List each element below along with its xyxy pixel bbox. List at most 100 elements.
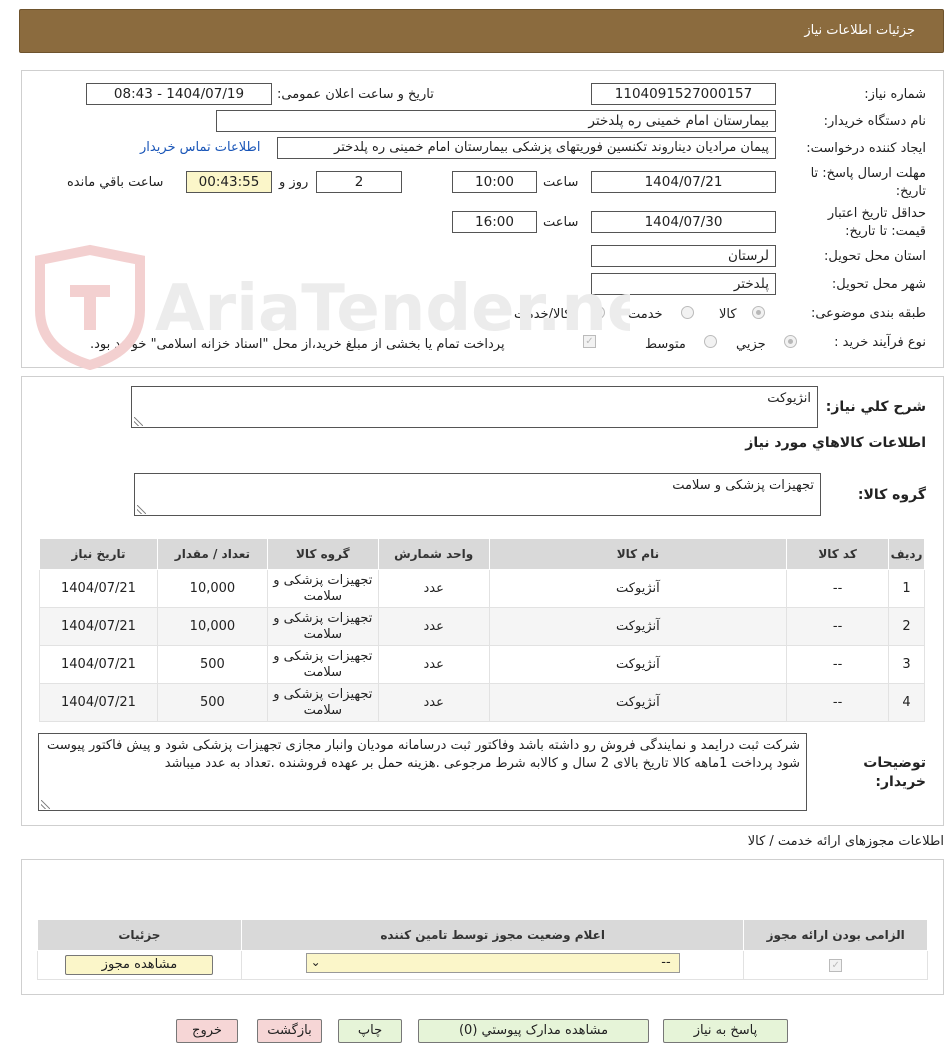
item-need-date: 1404/07/21: [39, 569, 158, 608]
deadline-time-field[interactable]: 10:00: [452, 171, 537, 193]
process-option-medium: متوسط: [645, 337, 686, 352]
treasury-payment-checkbox[interactable]: ✓: [583, 335, 596, 348]
general-desc-field[interactable]: انژیوکت: [131, 386, 818, 428]
item-need-date: 1404/07/21: [39, 645, 158, 684]
table-row: 2 -- آنژیوکت عدد تجهیزات پزشکی و سلامت 1…: [39, 607, 925, 646]
col-row-number: رديف: [888, 538, 925, 570]
table-row: 1 -- آنژیوکت عدد تجهیزات پزشکی و سلامت 1…: [39, 569, 925, 608]
items-table-header: رديف كد كالا نام كالا واحد شمارش گروه كا…: [39, 538, 925, 570]
license-details-cell: مشاهده مجوز: [37, 950, 242, 980]
general-desc-text: انژیوکت: [767, 391, 811, 406]
resize-grip-icon[interactable]: [137, 505, 146, 514]
item-quantity: 10,000: [156, 569, 268, 608]
item-unit: عدد: [377, 607, 490, 646]
goods-group-text: تجهیزات پزشکی و سلامت: [672, 478, 814, 493]
item-name: آنژیوکت: [488, 683, 788, 722]
province-field[interactable]: لرستان: [591, 245, 776, 267]
item-group: تجهیزات پزشکی و سلامت: [266, 683, 379, 722]
goods-group-field[interactable]: تجهیزات پزشکی و سلامت: [134, 473, 821, 516]
city-label: شهر محل تحویل:: [831, 277, 926, 292]
item-need-date: 1404/07/21: [39, 607, 158, 646]
validity-time-field[interactable]: 16:00: [452, 211, 537, 233]
col-item-code: كد كالا: [786, 538, 890, 570]
row-number: 3: [888, 645, 925, 684]
item-group: تجهیزات پزشکی و سلامت: [266, 645, 379, 684]
view-attachments-button[interactable]: مشاهده مدارک پیوستي (0): [418, 1019, 649, 1043]
need-number-label: شماره نیاز:: [864, 87, 926, 102]
creator-label: ایجاد کننده درخواست:: [806, 141, 926, 156]
days-field[interactable]: 2: [316, 171, 402, 193]
view-license-button[interactable]: مشاهده مجوز: [65, 955, 214, 975]
validity-date-field[interactable]: 1404/07/30: [591, 211, 776, 233]
license-status-value: --: [661, 954, 671, 970]
item-name: آنژیوکت: [488, 569, 788, 608]
validity-label-2: قیمت: تا تاریخ:: [845, 224, 926, 239]
license-required-cell: ✓: [743, 950, 928, 980]
item-code: --: [786, 683, 890, 722]
item-name: آنژیوکت: [488, 645, 788, 684]
back-button[interactable]: بازگشت: [257, 1019, 322, 1043]
process-radio-medium[interactable]: [704, 335, 717, 348]
col-unit: واحد شمارش: [377, 538, 490, 570]
page-title: جزئیات اطلاعات نیاز: [804, 23, 915, 38]
page-header: جزئیات اطلاعات نیاز: [19, 9, 944, 53]
licenses-section-title: اطلاعات مجوزهای ارائه خدمت / کالا: [747, 834, 944, 849]
process-option-minor: جزیي: [736, 337, 766, 352]
deadline-date-field[interactable]: 1404/07/21: [591, 171, 776, 193]
buyer-notes-label: توضیحات: [863, 755, 926, 771]
province-label: استان محل تحویل:: [824, 249, 926, 264]
category-option-service: خدمت: [628, 307, 663, 322]
items-table: رديف كد كالا نام كالا واحد شمارش گروه كا…: [39, 538, 925, 722]
item-quantity: 10,000: [156, 607, 268, 646]
buyer-notes-field[interactable]: شرکت ثبت درایمد و نمایندگی فروش رو داشته…: [38, 733, 807, 811]
table-row: ✓ -- ⌄ مشاهده مجوز: [37, 950, 928, 980]
city-field[interactable]: پلدختر: [591, 273, 776, 295]
license-required-checkbox[interactable]: ✓: [829, 959, 843, 972]
item-quantity: 500: [156, 645, 268, 684]
item-code: --: [786, 607, 890, 646]
days-label: روز و: [279, 175, 309, 190]
creator-field[interactable]: پیمان مرادیان دیناروند تکنسین فوریتهای پ…: [277, 137, 776, 159]
process-radio-minor[interactable]: [784, 335, 797, 348]
item-quantity: 500: [156, 683, 268, 722]
item-name: آنژیوکت: [488, 607, 788, 646]
resize-grip-icon[interactable]: [41, 800, 50, 809]
remaining-time-field[interactable]: 00:43:55: [186, 171, 272, 193]
general-desc-label: شرح كلي نياز:: [825, 399, 926, 415]
treasury-payment-note: پرداخت تمام یا بخشی از مبلغ خرید،از محل …: [90, 337, 505, 352]
validity-label: حداقل تاریخ اعتبار: [827, 206, 926, 221]
validity-time-label: ساعت: [543, 215, 579, 230]
buyer-contact-link[interactable]: اطلاعات تماس خریدار: [140, 140, 260, 155]
table-row: 3 -- آنژیوکت عدد تجهیزات پزشکی و سلامت 5…: [39, 645, 925, 684]
item-unit: عدد: [377, 683, 490, 722]
license-status-select[interactable]: -- ⌄: [305, 952, 680, 973]
goods-group-label: گروه كالا:: [857, 487, 926, 503]
item-need-date: 1404/07/21: [39, 683, 158, 722]
item-unit: عدد: [377, 569, 490, 608]
print-button[interactable]: چاپ: [338, 1019, 402, 1043]
deadline-label-2: تاریخ:: [895, 184, 926, 199]
resize-grip-icon[interactable]: [134, 417, 143, 426]
category-radio-service[interactable]: [681, 306, 694, 319]
col-group: گروه كالا: [266, 538, 379, 570]
item-unit: عدد: [377, 645, 490, 684]
buyer-org-field[interactable]: بیمارستان امام خمینی ره پلدختر: [216, 110, 776, 132]
category-label: طبقه بندی موضوعی:: [810, 306, 926, 321]
licenses-table: الزامی بودن ارائه مجوز اعلام وضعیت مجوز …: [37, 919, 928, 980]
item-group: تجهیزات پزشکی و سلامت: [266, 569, 379, 608]
table-row: 4 -- آنژیوکت عدد تجهیزات پزشکی و سلامت 5…: [39, 683, 925, 722]
announce-field[interactable]: 1404/07/19 - 08:43: [86, 83, 272, 105]
dropdown-chevron-icon: ⌄: [310, 954, 321, 969]
row-number: 4: [888, 683, 925, 722]
announce-label: تاریخ و ساعت اعلان عمومی:: [277, 87, 434, 102]
exit-button[interactable]: خروج: [176, 1019, 238, 1043]
reply-button[interactable]: پاسخ به نیاز: [663, 1019, 788, 1043]
item-code: --: [786, 645, 890, 684]
license-status-cell: -- ⌄: [240, 950, 745, 980]
need-number-field[interactable]: 1104091527000157: [591, 83, 776, 105]
category-radio-goods[interactable]: [752, 306, 765, 319]
col-quantity: تعداد / مقدار: [156, 538, 268, 570]
category-radio-goods-service[interactable]: [592, 306, 605, 319]
item-code: --: [786, 569, 890, 608]
col-license-status: اعلام وضعیت مجوز توسط تامین کننده: [240, 919, 745, 951]
